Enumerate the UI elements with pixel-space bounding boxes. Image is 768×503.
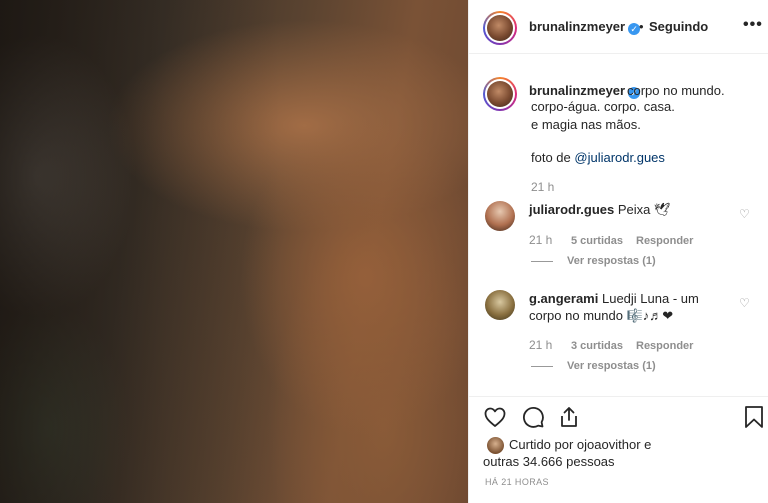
comment-avatar[interactable] xyxy=(485,201,515,231)
photo-credit-mention[interactable]: @juliarodr.gues xyxy=(574,150,665,165)
liker-avatar[interactable] xyxy=(487,437,504,454)
photo-shade xyxy=(0,0,468,503)
comment-likes-count[interactable]: 3 curtidas xyxy=(571,340,623,352)
comment-time[interactable]: 21 h xyxy=(529,338,552,352)
comment-like-heart-icon[interactable]: ♡ xyxy=(739,207,750,221)
separator-dot: • xyxy=(639,19,644,34)
caption-avatar-ring[interactable] xyxy=(483,77,517,111)
replies-divider xyxy=(531,261,553,262)
post-timestamp[interactable]: HÁ 21 HORAS xyxy=(485,477,549,487)
caption-line-3: e magia nas mãos. xyxy=(531,117,641,132)
comment-like-heart-icon[interactable]: ♡ xyxy=(739,296,750,310)
heart-icon[interactable] xyxy=(483,405,507,429)
caption-author[interactable]: brunalinzmeyer ✓ xyxy=(529,83,641,99)
comment-text: juliarodr.gues Peixa 🕊 xyxy=(529,201,671,219)
liked-by-text[interactable]: Curtido por ojoaovithor e xyxy=(509,437,651,452)
comment-avatar[interactable] xyxy=(485,290,515,320)
comment-body-line-1: Luedji Luna - um xyxy=(601,291,699,306)
following-button[interactable]: Seguindo xyxy=(649,19,708,34)
post-photo[interactable] xyxy=(0,0,468,503)
bookmark-icon[interactable] xyxy=(743,405,765,429)
comment-time[interactable]: 21 h xyxy=(529,233,552,247)
comment-likes-count[interactable]: 5 curtidas xyxy=(571,235,623,247)
caption-time[interactable]: 21 h xyxy=(531,180,554,194)
comment-reply-button[interactable]: Responder xyxy=(636,235,693,247)
caption-line-2: corpo-água. corpo. casa. xyxy=(531,99,675,114)
post-header: brunalinzmeyer ✓ • Seguindo ••• xyxy=(469,0,768,54)
share-icon[interactable] xyxy=(557,405,581,429)
comment-username[interactable]: juliarodr.gues xyxy=(529,202,614,217)
caption-avatar[interactable] xyxy=(487,81,513,107)
author-avatar-ring[interactable] xyxy=(483,11,517,45)
likes-count-text[interactable]: outras 34.666 pessoas xyxy=(483,454,615,469)
author-username-text[interactable]: brunalinzmeyer xyxy=(529,19,625,34)
replies-divider xyxy=(531,366,553,367)
view-replies-button[interactable]: Ver respostas (1) xyxy=(567,255,656,267)
action-bar xyxy=(469,396,768,436)
caption-line-1: corpo no mundo. xyxy=(627,83,725,98)
comment-username[interactable]: g.angerami xyxy=(529,291,598,306)
comment-reply-button[interactable]: Responder xyxy=(636,340,693,352)
more-options-icon[interactable]: ••• xyxy=(743,16,763,34)
caption-author-text[interactable]: brunalinzmeyer xyxy=(529,83,625,98)
photo-credit-prefix: foto de xyxy=(531,150,575,165)
comment-text-line-1: g.angerami Luedji Luna - um xyxy=(529,290,699,308)
author-username[interactable]: brunalinzmeyer ✓ xyxy=(529,19,641,35)
author-avatar[interactable] xyxy=(487,15,513,41)
view-replies-button[interactable]: Ver respostas (1) xyxy=(567,360,656,372)
caption-photo-credit: foto de @juliarodr.gues xyxy=(531,150,665,165)
comment-body: Peixa 🕊 xyxy=(617,202,671,217)
post-sidebar: brunalinzmeyer ✓ • Seguindo ••• brunalinz… xyxy=(468,0,768,503)
comment-text-line-2: corpo no mundo 🎼♪♬❤ xyxy=(529,308,674,323)
comment-icon[interactable] xyxy=(521,405,545,429)
